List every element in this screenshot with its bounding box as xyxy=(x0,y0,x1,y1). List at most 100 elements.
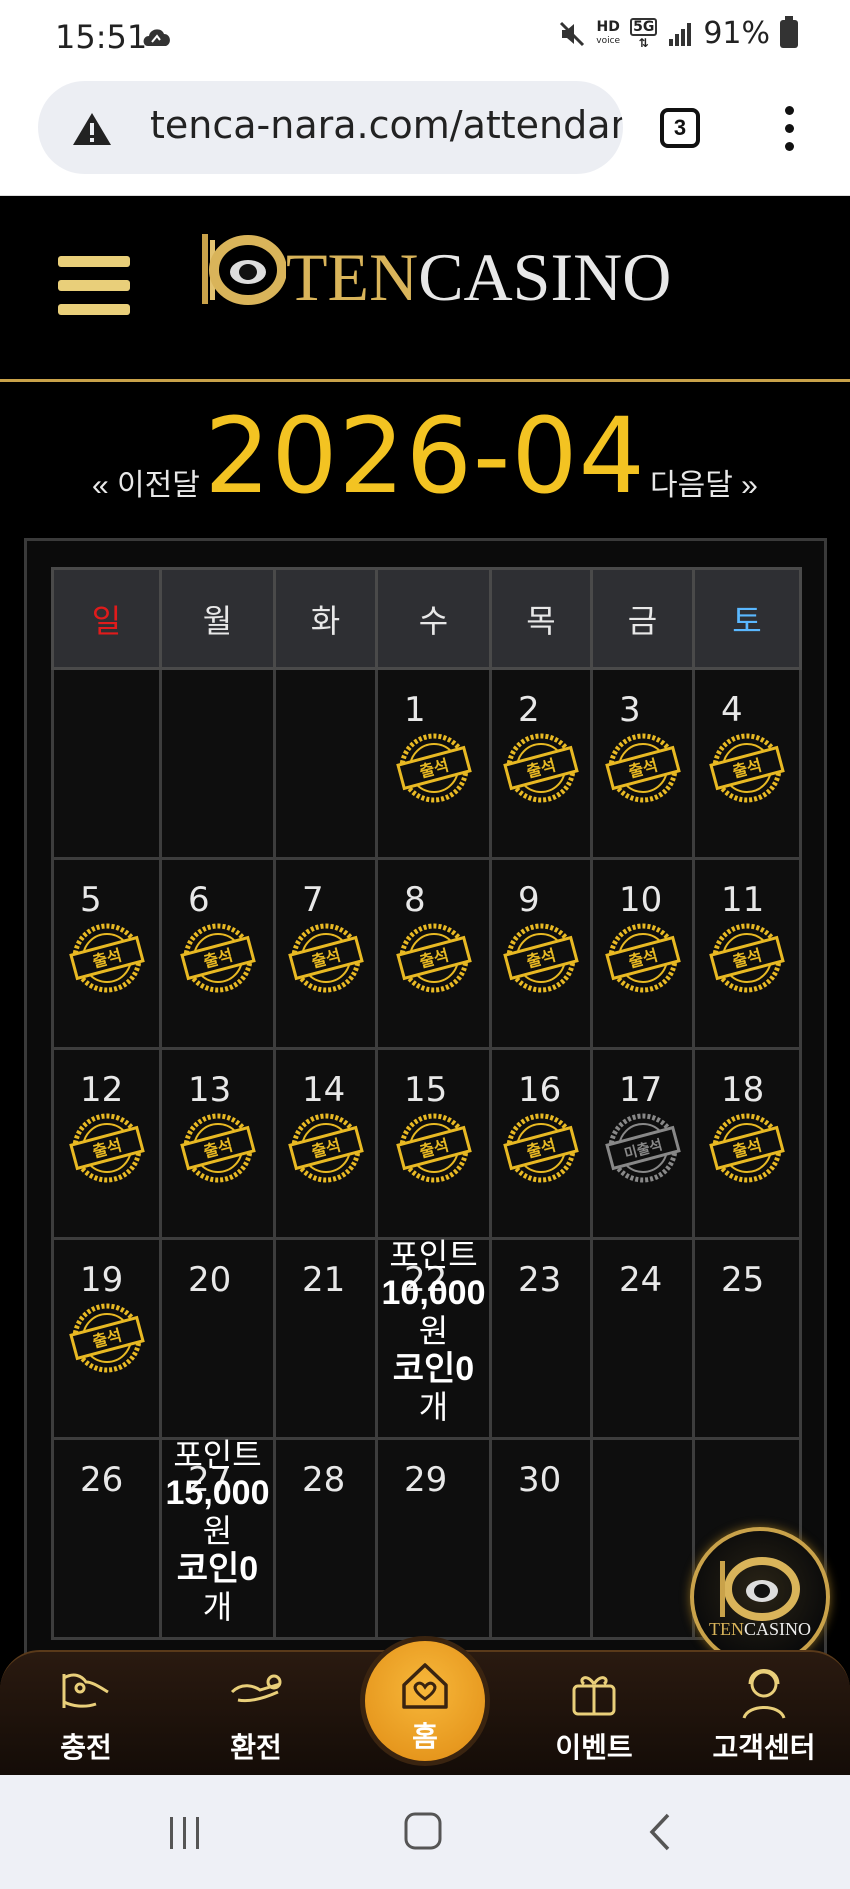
signal-icon xyxy=(669,22,692,46)
site-header: TENCASINO xyxy=(0,196,850,382)
calendar-day-cell[interactable]: 19 출석 xyxy=(51,1237,162,1440)
calendar-day-cell[interactable]: 23 xyxy=(489,1237,593,1440)
nav-charge[interactable]: 충전 xyxy=(26,1652,146,1777)
day-number: 6 xyxy=(188,880,210,920)
home-system-icon[interactable] xyxy=(398,1809,448,1855)
floating-logo-button[interactable]: TENCASINO xyxy=(690,1527,830,1667)
calendar-day-cell[interactable]: 27 포인트 15,000 원 코인0 개 xyxy=(159,1437,276,1640)
reward-label: 포인트 10,000 원 코인0 개 xyxy=(378,1236,489,1426)
day-number: 29 xyxy=(404,1460,448,1500)
attendance-stamp-icon: 출석 xyxy=(709,733,785,803)
day-number: 2 xyxy=(518,690,540,730)
status-bar: 15:51 HD voice 5G ⇅ 91% xyxy=(0,0,850,78)
day-number: 5 xyxy=(80,880,102,920)
recent-apps-icon[interactable] xyxy=(160,1809,210,1855)
weekday-header: 일 xyxy=(51,567,162,670)
calendar-day-cell[interactable]: 14 출석 xyxy=(273,1047,378,1240)
day-number: 25 xyxy=(721,1260,765,1300)
network-5g-icon: 5G ⇅ xyxy=(630,17,658,50)
attendance-stamp-icon: 출석 xyxy=(503,733,579,803)
attendance-calendar: 일월화수목금토 1 출석 2 출석 3 출석 4 출석 5 출석 6 출석 7 출석 8 출석 9 출석 10 출석 1… xyxy=(24,538,827,1663)
calendar-day-cell[interactable]: 15 출석 xyxy=(375,1047,492,1240)
day-number: 8 xyxy=(404,880,426,920)
nav-home-label: 홈 xyxy=(412,1721,438,1752)
calendar-day-cell[interactable]: 2 출석 xyxy=(489,667,593,860)
attendance-stamp-icon: 출석 xyxy=(68,1113,145,1183)
day-number: 1 xyxy=(404,690,426,730)
reward-line: 개 xyxy=(202,1589,233,1625)
calendar-day-cell[interactable]: 30 xyxy=(489,1437,593,1640)
calendar-day-cell[interactable]: 22 포인트 10,000 원 코인0 개 xyxy=(375,1236,492,1440)
calendar-grid: 일월화수목금토 1 출석 2 출석 3 출석 4 출석 5 출석 6 출석 7 출석 8 출석 9 출석 10 출석 1… xyxy=(51,567,802,1640)
calendar-day-cell[interactable]: 8 출석 xyxy=(375,857,492,1050)
day-number: 26 xyxy=(80,1460,124,1500)
nav-support[interactable]: 고객센터 xyxy=(704,1652,824,1777)
calendar-empty-cell xyxy=(273,667,378,860)
home-heart-icon xyxy=(402,1663,448,1709)
weekday-header: 토 xyxy=(692,567,802,670)
calendar-day-cell[interactable]: 18 출석 xyxy=(692,1047,802,1240)
calendar-day-cell[interactable]: 16 출석 xyxy=(489,1047,593,1240)
mute-icon xyxy=(560,21,585,46)
calendar-empty-cell xyxy=(590,1437,695,1640)
url-text[interactable]: tenca-nara.com/attendance2 xyxy=(150,103,623,147)
reward-line: 코인0 xyxy=(392,1350,475,1388)
attendance-stamp-icon: 출석 xyxy=(287,1113,364,1183)
cloud-icon xyxy=(143,29,170,46)
clock: 15:51 xyxy=(55,18,148,56)
calendar-day-cell[interactable]: 10 출석 xyxy=(590,857,695,1050)
calendar-day-cell[interactable]: 3 출석 xyxy=(590,667,695,860)
battery-percent: 91% xyxy=(703,16,770,51)
month-navigation: « 이전달 2026-04 다음달 » xyxy=(0,385,850,525)
attendance-stamp-icon: 출석 xyxy=(604,923,681,993)
system-navigation-bar xyxy=(0,1775,850,1889)
calendar-day-cell[interactable]: 6 출석 xyxy=(159,857,276,1050)
calendar-day-cell[interactable]: 5 출석 xyxy=(51,857,162,1050)
next-month-link[interactable]: 다음달 » xyxy=(650,460,758,504)
calendar-day-cell[interactable]: 13 출석 xyxy=(159,1047,276,1240)
ten-casino-logo[interactable]: TENCASINO xyxy=(196,226,671,316)
reward-line: 개 xyxy=(418,1389,449,1425)
calendar-day-cell[interactable]: 24 xyxy=(590,1237,695,1440)
warning-icon[interactable] xyxy=(72,111,112,147)
calendar-day-cell[interactable]: 1 출석 xyxy=(375,667,492,860)
logo-wordmark: TENCASINO xyxy=(286,239,672,315)
calendar-empty-cell xyxy=(159,667,276,860)
calendar-week-row: 12 출석 13 출석 14 출석 15 출석 16 출석 17 미출석 18 출석 xyxy=(51,1047,802,1240)
tab-switcher-button[interactable]: 3 xyxy=(660,108,700,148)
attendance-stamp-icon: 출석 xyxy=(503,1113,579,1183)
calendar-day-cell[interactable]: 7 출석 xyxy=(273,857,378,1050)
more-menu-icon[interactable] xyxy=(782,106,796,152)
calendar-day-cell[interactable]: 4 출석 xyxy=(692,667,802,860)
calendar-day-cell[interactable]: 26 xyxy=(51,1437,162,1640)
calendar-day-cell[interactable]: 11 출석 xyxy=(692,857,802,1050)
calendar-day-cell[interactable]: 17 미출석 xyxy=(590,1047,695,1240)
calendar-day-cell[interactable]: 29 xyxy=(375,1437,492,1640)
calendar-week-row: 5 출석 6 출석 7 출석 8 출석 9 출석 10 출석 11 출석 xyxy=(51,857,802,1050)
weekday-header: 수 xyxy=(375,567,492,670)
attendance-stamp-icon: 출석 xyxy=(709,1113,785,1183)
attendance-stamp-icon: 출석 xyxy=(179,1113,256,1183)
calendar-day-cell[interactable]: 20 xyxy=(159,1237,276,1440)
nav-exchange[interactable]: 환전 xyxy=(196,1652,316,1777)
absent-stamp-icon: 미출석 xyxy=(604,1113,681,1183)
calendar-day-cell[interactable]: 21 xyxy=(273,1237,378,1440)
calendar-week-row: 19 출석 20 21 22 포인트 10,000 원 코인0 개 23 24 25 xyxy=(51,1236,802,1440)
nav-home-button[interactable]: 홈 xyxy=(360,1636,490,1766)
calendar-day-cell[interactable]: 12 출석 xyxy=(51,1047,162,1240)
reward-line: 포인트 xyxy=(173,1437,262,1473)
calendar-day-cell[interactable]: 9 출석 xyxy=(489,857,593,1050)
calendar-day-cell[interactable]: 28 xyxy=(273,1437,378,1640)
address-bar[interactable]: tenca-nara.com/attendance2 xyxy=(38,81,623,174)
day-number: 7 xyxy=(302,880,324,920)
back-icon[interactable] xyxy=(636,1809,686,1855)
reward-line: 원 xyxy=(202,1513,233,1549)
gift-icon xyxy=(572,1676,616,1716)
calendar-week-row: 26 27 포인트 15,000 원 코인0 개 28 29 30 xyxy=(51,1437,802,1640)
day-number: 21 xyxy=(302,1260,346,1300)
hamburger-menu-icon[interactable] xyxy=(58,256,130,316)
charge-hand-icon xyxy=(62,1673,109,1708)
battery-icon xyxy=(780,15,798,48)
calendar-day-cell[interactable]: 25 xyxy=(692,1237,802,1440)
nav-event[interactable]: 이벤트 xyxy=(534,1652,654,1777)
